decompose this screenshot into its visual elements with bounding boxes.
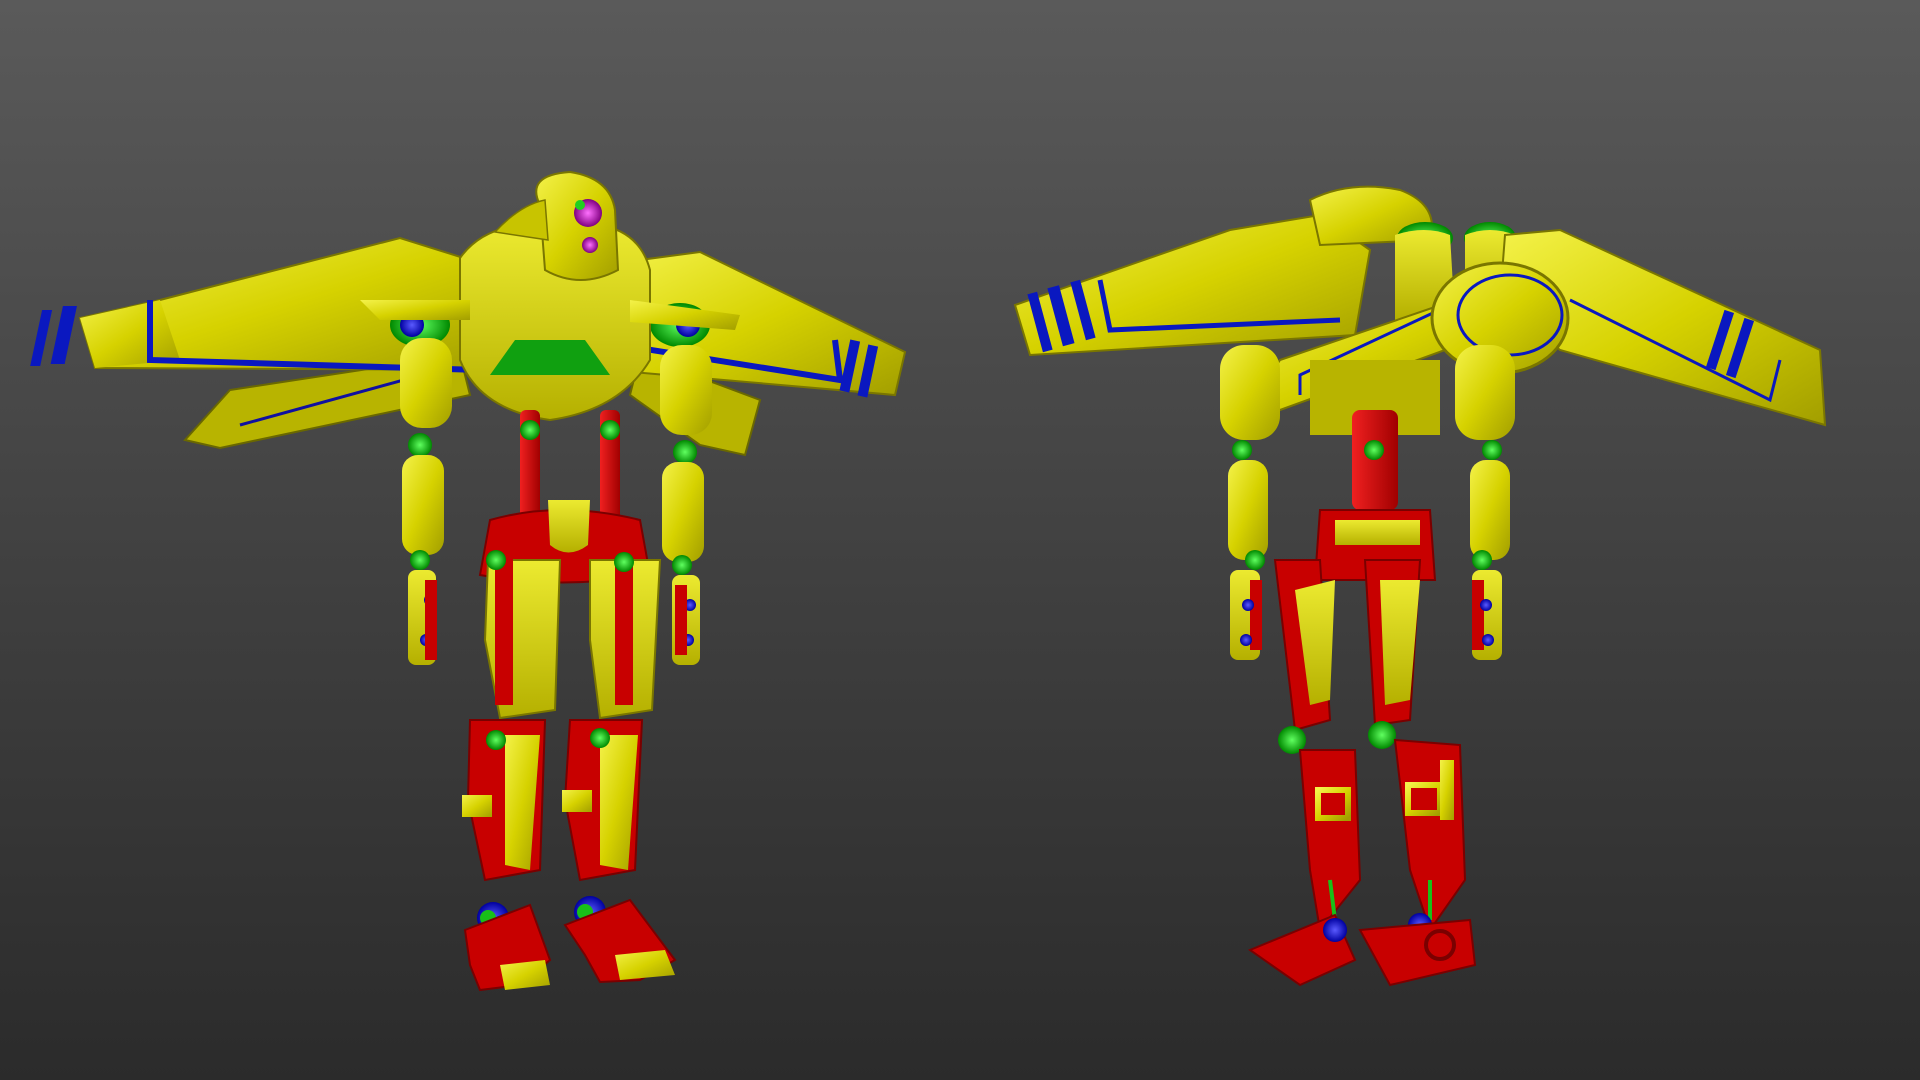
front-right-arm — [660, 345, 712, 665]
back-spine-frame — [1313, 410, 1437, 581]
front-right-leg — [562, 552, 677, 984]
back-left-wing — [1013, 213, 1372, 357]
back-right-leg — [1358, 559, 1477, 987]
front-left-leg — [462, 550, 562, 992]
robot-front-view[interactable] — [30, 170, 907, 992]
front-left-arm — [400, 338, 452, 665]
back-right-arm — [1470, 440, 1510, 660]
robot-back-view[interactable] — [1013, 185, 1827, 987]
back-left-leg — [1247, 559, 1362, 987]
3d-viewport[interactable] — [0, 0, 1920, 1080]
back-left-arm — [1228, 440, 1268, 660]
